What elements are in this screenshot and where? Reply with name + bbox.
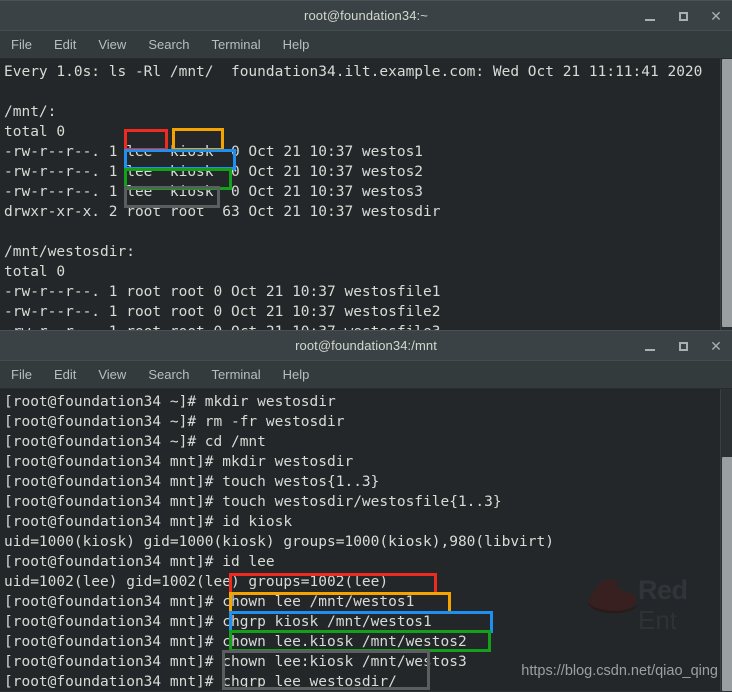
menu-file[interactable]: File <box>11 37 32 52</box>
terminal2-line: [root@foundation34 ~]# mkdir westosdir <box>4 394 336 410</box>
menu-help[interactable]: Help <box>283 367 310 382</box>
terminal1-line: -rw-r--r--. 1 lee kiosk 0 Oct 21 10:37 w… <box>4 184 424 200</box>
terminal1-scrollbar-thumb[interactable] <box>722 59 732 327</box>
menu-terminal[interactable]: Terminal <box>212 367 261 382</box>
terminal1-line: -rw-r--r--. 1 root root 0 Oct 21 10:37 w… <box>4 322 720 330</box>
terminal2-scrollbar[interactable] <box>720 389 732 691</box>
close-icon[interactable]: ✕ <box>708 8 724 24</box>
terminal1-line: drwxr-xr-x. 2 root root 63 Oct 21 10:37 … <box>4 204 441 220</box>
window2-titlebar[interactable]: root@foundation34:/mnt ✕ <box>0 330 732 360</box>
terminal2-line: [root@foundation34 mnt]# chown lee.kiosk… <box>4 634 467 650</box>
terminal1-line: -rw-r--r--. 1 lee kiosk 0 Oct 21 10:37 w… <box>4 164 424 180</box>
terminal1-line: total 0 <box>4 124 66 140</box>
terminal1-line: /mnt/: <box>4 104 57 120</box>
terminal2-line: [root@foundation34 mnt]# touch westosdir… <box>4 494 502 510</box>
terminal2-line: [root@foundation34 mnt]# id lee <box>4 554 275 570</box>
terminal2-line: [root@foundation34 mnt]# chgrp kiosk /mn… <box>4 614 432 630</box>
menu-view[interactable]: View <box>98 37 126 52</box>
terminal2-line: [root@foundation34 mnt]# mkdir westosdir <box>4 454 354 470</box>
terminal1-line: -rw-r--r--. 1 lee kiosk 0 Oct 21 10:37 w… <box>4 144 424 160</box>
menu-view[interactable]: View <box>98 367 126 382</box>
terminal1-line: /mnt/westosdir: <box>4 244 135 260</box>
terminal2-line: [root@foundation34 ~]# rm -fr westosdir <box>4 414 345 430</box>
terminal2-line: [root@foundation34 ~]# cd /mnt <box>4 434 266 450</box>
terminal1-line <box>4 222 720 242</box>
terminal2-line: uid=1000(kiosk) gid=1000(kiosk) groups=1… <box>4 534 554 550</box>
terminal2-screen: [root@foundation34 ~]# mkdir westosdir [… <box>0 389 720 691</box>
window2-menubar: File Edit View Search Terminal Help <box>0 360 732 389</box>
minimize-icon[interactable] <box>642 8 658 24</box>
window1-controls: ✕ <box>642 1 724 31</box>
close-icon[interactable]: ✕ <box>708 338 724 354</box>
terminal1-line <box>4 82 720 102</box>
window1-titlebar[interactable]: root@foundation34:~ ✕ <box>0 0 732 30</box>
terminal2-line: [root@foundation34 mnt]# id kiosk <box>4 514 293 530</box>
terminal1-line: total 0 <box>4 264 66 280</box>
maximize-icon[interactable] <box>675 8 691 24</box>
menu-file[interactable]: File <box>11 367 32 382</box>
menu-edit[interactable]: Edit <box>54 37 76 52</box>
terminal2-line: [root@foundation34 mnt]# chown lee /mnt/… <box>4 594 415 610</box>
terminal2-scrollbar-thumb[interactable] <box>722 457 732 691</box>
maximize-icon[interactable] <box>675 338 691 354</box>
terminal1-line: Every 1.0s: ls -Rl /mnt/ foundation34.il… <box>4 64 703 80</box>
terminal1-body[interactable]: Every 1.0s: ls -Rl /mnt/ foundation34.il… <box>0 59 732 330</box>
terminal1-screen: Every 1.0s: ls -Rl /mnt/ foundation34.il… <box>0 59 720 330</box>
menu-terminal[interactable]: Terminal <box>212 37 261 52</box>
menu-search[interactable]: Search <box>148 37 189 52</box>
window2-title: root@foundation34:/mnt <box>295 338 437 353</box>
terminal1-scrollbar[interactable] <box>720 59 732 330</box>
terminal2-line: [root@foundation34 mnt]# touch westos{1.… <box>4 474 380 490</box>
menu-help[interactable]: Help <box>283 37 310 52</box>
menu-edit[interactable]: Edit <box>54 367 76 382</box>
terminal1-line: -rw-r--r--. 1 root root 0 Oct 21 10:37 w… <box>4 284 441 300</box>
terminal2-line: uid=1002(lee) gid=1002(lee) groups=1002(… <box>4 574 389 590</box>
menu-search[interactable]: Search <box>148 367 189 382</box>
terminal2-body[interactable]: Red Ent [root@foundation34 ~]# mkdir wes… <box>0 389 732 691</box>
terminal-window-shell[interactable]: root@foundation34:/mnt ✕ File Edit View … <box>0 330 732 692</box>
window2-controls: ✕ <box>642 331 724 361</box>
window1-menubar: File Edit View Search Terminal Help <box>0 30 732 59</box>
terminal-window-watch[interactable]: root@foundation34:~ ✕ File Edit View Sea… <box>0 0 732 330</box>
window1-title: root@foundation34:~ <box>304 8 428 23</box>
csdn-blog-watermark: https://blog.csdn.net/qiao_qing <box>521 663 718 679</box>
terminal1-line: -rw-r--r--. 1 root root 0 Oct 21 10:37 w… <box>4 304 441 320</box>
minimize-icon[interactable] <box>642 338 658 354</box>
